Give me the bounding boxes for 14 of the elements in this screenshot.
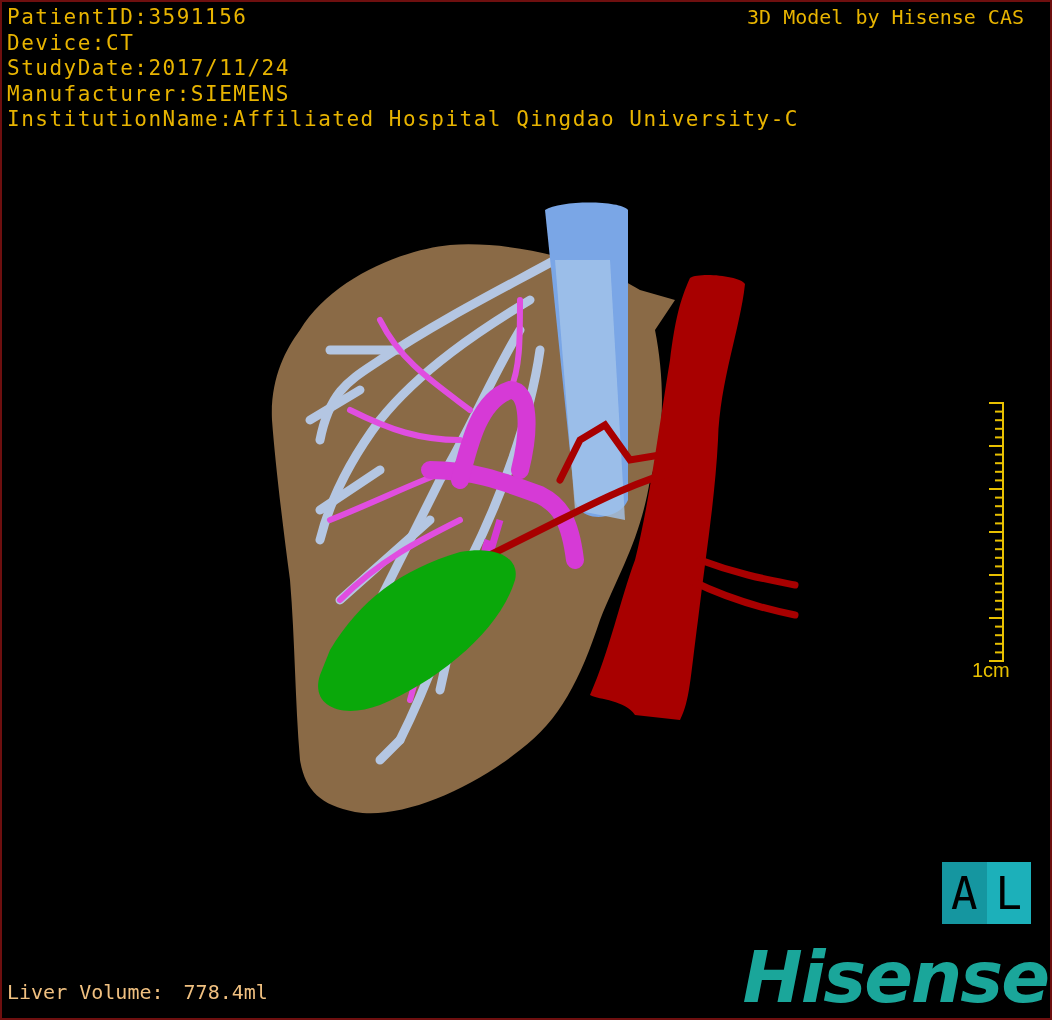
liver-model-drawing[interactable] [271, 202, 799, 814]
patient-info-text: PatientID:3591156 [7, 5, 248, 31]
liver-volume-label: Liver Volume: [7, 980, 164, 1004]
app-title: 3D Model by Hisense CAS [747, 5, 1024, 30]
orientation-face-label: A [942, 862, 987, 924]
orientation-face-label: L [986, 862, 1031, 924]
patient-info-text: StudyDate:2017/11/24 [7, 56, 290, 82]
patient-info-text: InstitutionName:Affiliated Hospital Qingdao University-C [7, 107, 799, 133]
scale-label: 1cm [972, 659, 1010, 682]
orientation-cube[interactable]: A L [942, 862, 1031, 924]
patient-info-text: Device:CT [7, 30, 135, 56]
patient-info-text: Manufacturer:SIEMENS [7, 81, 290, 107]
liver-volume-value: 778.4ml [183, 980, 268, 1004]
brand-logo: Hisense [742, 937, 1048, 1017]
